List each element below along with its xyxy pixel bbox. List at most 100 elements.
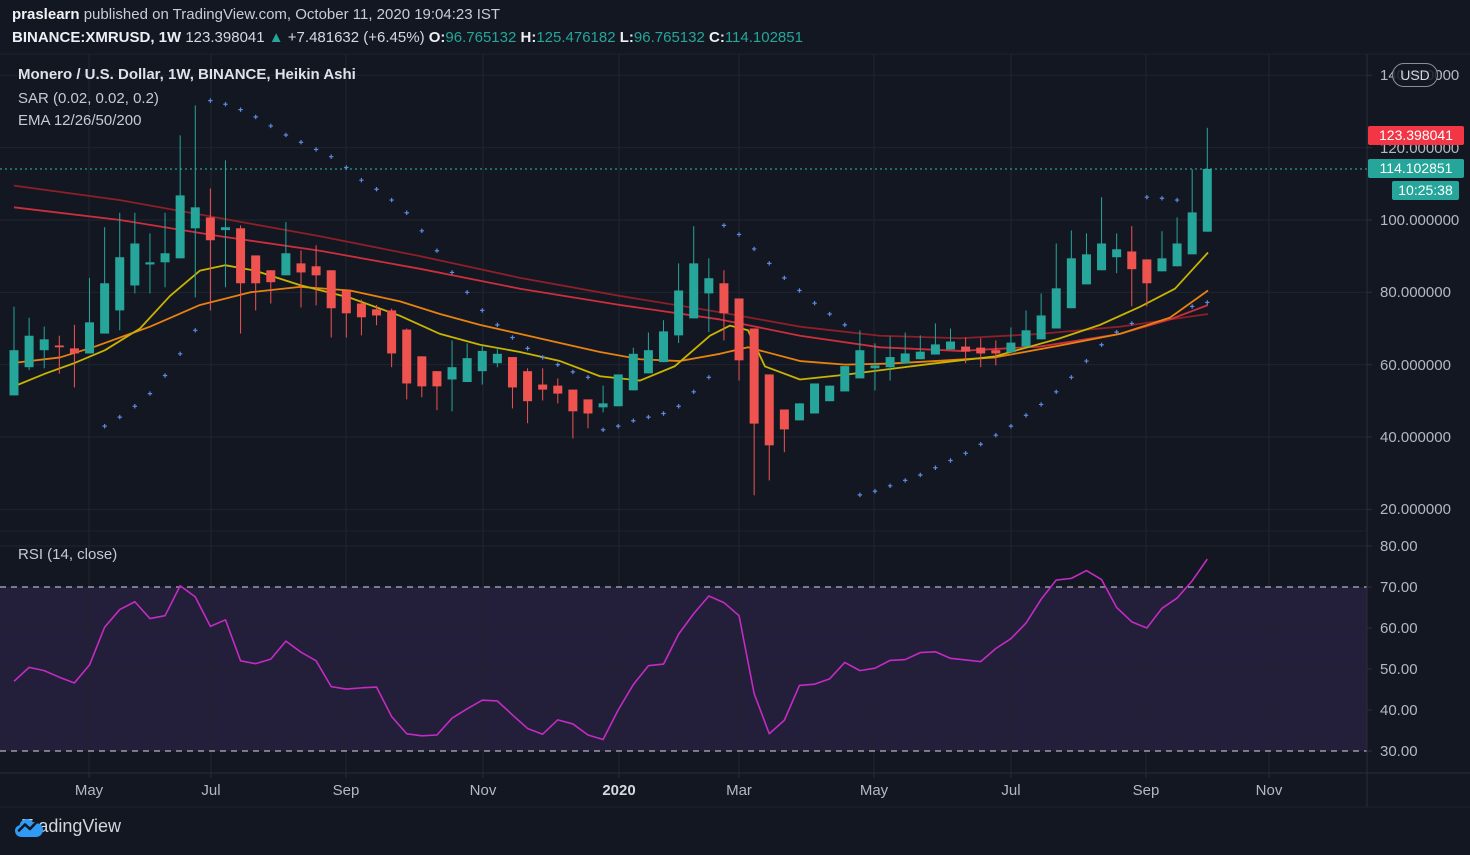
- candle-body: [85, 322, 94, 353]
- price-tick-label: 60.000000: [1380, 357, 1451, 374]
- sar-dot: [782, 276, 786, 280]
- sar-dot: [1084, 359, 1088, 363]
- candle-body: [674, 291, 683, 336]
- sar-dot: [193, 328, 197, 332]
- candle-body: [55, 345, 64, 347]
- sar-dot: [510, 335, 514, 339]
- sar-dot: [827, 312, 831, 316]
- ema-50-line: [14, 207, 1208, 351]
- candle-body: [719, 283, 728, 313]
- sar-dot: [525, 346, 529, 350]
- tradingview-logo[interactable]: TradingView: [14, 816, 121, 837]
- candle-body: [523, 371, 532, 401]
- sar-dot: [389, 198, 393, 202]
- sar-dot: [1069, 375, 1073, 379]
- main-pane-legend: Monero / U.S. Dollar, 1W, BINANCE, Heiki…: [18, 66, 356, 134]
- sar-dot: [767, 261, 771, 265]
- time-tick-label: May: [860, 782, 888, 799]
- candle-body: [644, 350, 653, 373]
- candle-body: [961, 347, 970, 352]
- candle-body: [901, 353, 910, 363]
- rsi-tick-label: 60.00: [1380, 620, 1418, 637]
- candle-body: [10, 350, 19, 395]
- cloud-icon: [14, 816, 44, 838]
- candle-body: [281, 253, 290, 275]
- candle-body: [795, 403, 804, 420]
- sar-dot: [752, 247, 756, 251]
- candle-body: [810, 383, 819, 413]
- indicator-sar[interactable]: SAR (0.02, 0.02, 0.2): [18, 90, 356, 107]
- sar-dot: [918, 473, 922, 477]
- candle-body: [296, 263, 305, 272]
- candle-body: [1082, 254, 1091, 284]
- candle-body: [1157, 258, 1166, 271]
- sar-dot: [178, 352, 182, 356]
- sar-dot: [359, 178, 363, 182]
- candle-body: [312, 266, 321, 275]
- rsi-tick-label: 70.00: [1380, 579, 1418, 596]
- candle-body: [704, 278, 713, 293]
- sar-dot: [1009, 424, 1013, 428]
- candle-body: [750, 328, 759, 423]
- sar-dot: [1039, 402, 1043, 406]
- candle-body: [1188, 212, 1197, 254]
- candle-body: [886, 357, 895, 367]
- time-tick-label: Jul: [201, 782, 220, 799]
- sar-dot: [737, 232, 741, 236]
- candle-body: [251, 255, 260, 283]
- candle-body: [236, 228, 245, 283]
- candle-body: [206, 217, 215, 240]
- candle-body: [553, 386, 562, 394]
- indicator-rsi[interactable]: RSI (14, close): [18, 546, 117, 563]
- sar-dot: [631, 419, 635, 423]
- sar-dot: [722, 223, 726, 227]
- time-tick-label: Mar: [726, 782, 752, 799]
- sar-dot: [1145, 195, 1149, 199]
- rsi-tick-label: 30.00: [1380, 743, 1418, 760]
- sar-dot: [571, 370, 575, 374]
- sar-dot: [601, 428, 605, 432]
- ema-26-line: [14, 287, 1208, 365]
- currency-toggle-button[interactable]: USD: [1392, 63, 1438, 87]
- candle-body: [780, 410, 789, 430]
- candle-body: [765, 374, 774, 445]
- indicator-ema[interactable]: EMA 12/26/50/200: [18, 112, 356, 129]
- sar-dot: [1099, 343, 1103, 347]
- candle-body: [508, 357, 517, 387]
- candle-body: [463, 358, 472, 382]
- price-tick-label: 80.000000: [1380, 284, 1451, 301]
- candle-body: [1127, 251, 1136, 269]
- rsi-tick-label: 80.00: [1380, 538, 1418, 555]
- candle-body: [1037, 315, 1046, 339]
- tradingview-published-chart: praslearn published on TradingView.com, …: [0, 0, 1470, 855]
- candle-body: [161, 253, 170, 262]
- candle-body: [931, 344, 940, 354]
- chart-title[interactable]: Monero / U.S. Dollar, 1W, BINANCE, Heiki…: [18, 66, 356, 83]
- sar-dot: [616, 424, 620, 428]
- sar-dot: [873, 489, 877, 493]
- price-tick-label: 40.000000: [1380, 429, 1451, 446]
- candle-body: [266, 270, 275, 282]
- candle-body: [1203, 169, 1212, 232]
- time-tick-label: 2020: [602, 782, 635, 799]
- rsi-tick-label: 50.00: [1380, 661, 1418, 678]
- sar-dot: [888, 484, 892, 488]
- candle-body: [991, 350, 1000, 353]
- sar-dot: [374, 187, 378, 191]
- candle-body: [599, 403, 608, 407]
- time-tick-label: Nov: [1256, 782, 1283, 799]
- sar-dot: [858, 493, 862, 497]
- candle-body: [145, 262, 154, 264]
- sar-dot: [133, 404, 137, 408]
- time-tick-label: Sep: [333, 782, 360, 799]
- candle-body: [1006, 343, 1015, 353]
- candle-body: [1052, 288, 1061, 328]
- candle-body: [221, 227, 230, 230]
- candle-body: [614, 374, 623, 406]
- sar-dot: [556, 362, 560, 366]
- candle-body: [568, 390, 577, 412]
- sar-dot: [843, 323, 847, 327]
- sar-dot: [465, 290, 469, 294]
- time-tick-label: Sep: [1133, 782, 1160, 799]
- sar-dot: [586, 375, 590, 379]
